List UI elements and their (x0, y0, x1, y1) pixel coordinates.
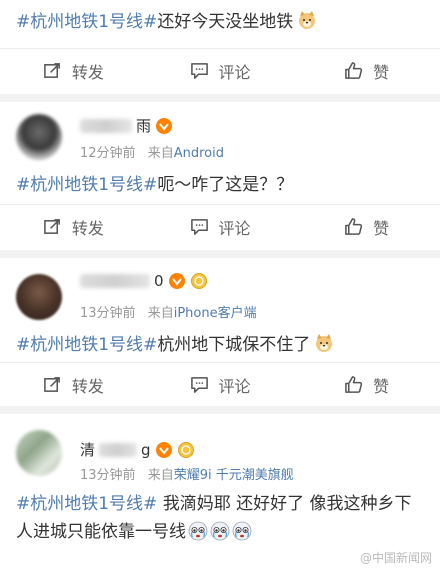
weibo-post-card: #杭州地铁1号线#还好今天没坐地铁 转发 评论 赞 (0, 0, 440, 94)
post-source[interactable]: Android (174, 146, 224, 161)
comment-button[interactable]: 评论 (147, 215, 294, 239)
comment-icon (190, 375, 209, 394)
repost-label: 转发 (71, 376, 104, 396)
source-prefix: 来自 (147, 468, 174, 483)
username-part[interactable]: 清 (80, 439, 95, 460)
post-body: 呃～咋了这是？？ (157, 175, 294, 195)
post-time: 12分钟前 (80, 146, 136, 161)
post-meta: 12分钟前 来自Android (80, 142, 224, 161)
hashtag-link[interactable]: #杭州地铁1号线# (16, 175, 157, 195)
post-body: 杭州地下城保不住了 (157, 335, 311, 355)
post-text: #杭州地铁1号线#呃～咋了这是？？ (16, 172, 293, 199)
watermark: @中国新闻网 (359, 551, 432, 565)
crying-emoji-icon (210, 521, 230, 541)
hashtag-link[interactable]: #杭州地铁1号线# (16, 335, 157, 355)
crying-emoji-icon (188, 521, 208, 541)
weibo-post-card: 清 g 13分钟前 来自荣耀9i 千元潮美旗舰 #杭州地铁1号线# 我滴妈耶 还… (0, 414, 440, 568)
post-source[interactable]: iPhone客户端 (174, 306, 257, 321)
post-action-bar: 转发 评论 赞 (0, 48, 440, 92)
user-name-row: 清 g (80, 439, 195, 460)
blurred-username (80, 118, 132, 133)
post-meta: 13分钟前 来自iPhone客户端 (80, 302, 257, 321)
crying-emoji-icon (232, 521, 252, 541)
repost-label: 转发 (71, 218, 104, 238)
like-button[interactable]: 赞 (293, 215, 440, 239)
like-icon (344, 61, 363, 80)
like-label: 赞 (373, 218, 390, 238)
medal-badge-icon (177, 441, 195, 459)
post-text: #杭州地铁1号线# 我滴妈耶 还好好了 像我这种乡下 人进城只能依靠一号线 (16, 490, 412, 546)
comment-label: 评论 (218, 376, 251, 396)
avatar[interactable] (16, 274, 62, 320)
like-button[interactable]: 赞 (293, 59, 440, 83)
source-prefix: 来自 (147, 146, 174, 161)
blurred-username (99, 442, 138, 457)
post-body: 人进城只能依靠一号线 (16, 522, 186, 542)
vip-badge-icon (168, 272, 186, 290)
repost-button[interactable]: 转发 (0, 373, 147, 397)
comment-button[interactable]: 评论 (147, 373, 294, 397)
post-action-bar: 转发 评论 赞 (0, 204, 440, 248)
comment-icon (190, 217, 209, 236)
post-source[interactable]: 荣耀9i 千元潮美旗舰 (174, 468, 294, 483)
post-body: 我滴妈耶 还好好了 像我这种乡下 (157, 494, 412, 514)
comment-icon (190, 61, 209, 80)
repost-button[interactable]: 转发 (0, 215, 147, 239)
like-label: 赞 (373, 62, 390, 82)
source-prefix: 来自 (147, 306, 174, 321)
post-action-bar: 转发 评论 赞 (0, 362, 440, 406)
like-icon (344, 375, 363, 394)
vip-badge-icon (155, 117, 173, 135)
repost-icon (43, 61, 62, 80)
avatar[interactable] (16, 430, 62, 476)
comment-label: 评论 (218, 62, 251, 82)
repost-icon (43, 217, 62, 236)
weibo-post-card: 0 13分钟前 来自iPhone客户端 #杭州地铁1号线#杭州地下城保不住了 转… (0, 258, 440, 406)
weibo-post-card: 雨 12分钟前 来自Android #杭州地铁1号线#呃～咋了这是？？ 转发 评… (0, 102, 440, 250)
repost-icon (43, 375, 62, 394)
post-meta: 13分钟前 来自荣耀9i 千元潮美旗舰 (80, 464, 294, 483)
user-name-row: 雨 (80, 115, 173, 136)
username[interactable]: 雨 (136, 115, 151, 136)
like-label: 赞 (373, 376, 390, 396)
post-time: 13分钟前 (80, 306, 136, 321)
blurred-username (80, 274, 150, 288)
post-body: 还好今天没坐地铁 (157, 12, 294, 32)
repost-button[interactable]: 转发 (0, 59, 147, 83)
comment-label: 评论 (218, 218, 251, 238)
doge-emoji-icon (297, 10, 317, 30)
username-part[interactable]: g (141, 441, 151, 459)
post-text: #杭州地铁1号线#杭州地下城保不住了 (16, 332, 334, 359)
repost-label: 转发 (71, 62, 104, 82)
post-time: 13分钟前 (80, 468, 136, 483)
vip-badge-icon (155, 441, 173, 459)
user-name-row: 0 (80, 272, 208, 290)
avatar[interactable] (16, 114, 62, 160)
username[interactable]: 0 (154, 272, 164, 290)
hashtag-link[interactable]: #杭州地铁1号线# (16, 12, 157, 32)
post-text: #杭州地铁1号线#还好今天没坐地铁 (16, 9, 317, 36)
like-button[interactable]: 赞 (293, 373, 440, 397)
doge-emoji-icon (314, 333, 334, 353)
like-icon (344, 217, 363, 236)
hashtag-link[interactable]: #杭州地铁1号线# (16, 494, 157, 514)
medal-badge-icon (190, 272, 208, 290)
comment-button[interactable]: 评论 (147, 59, 294, 83)
